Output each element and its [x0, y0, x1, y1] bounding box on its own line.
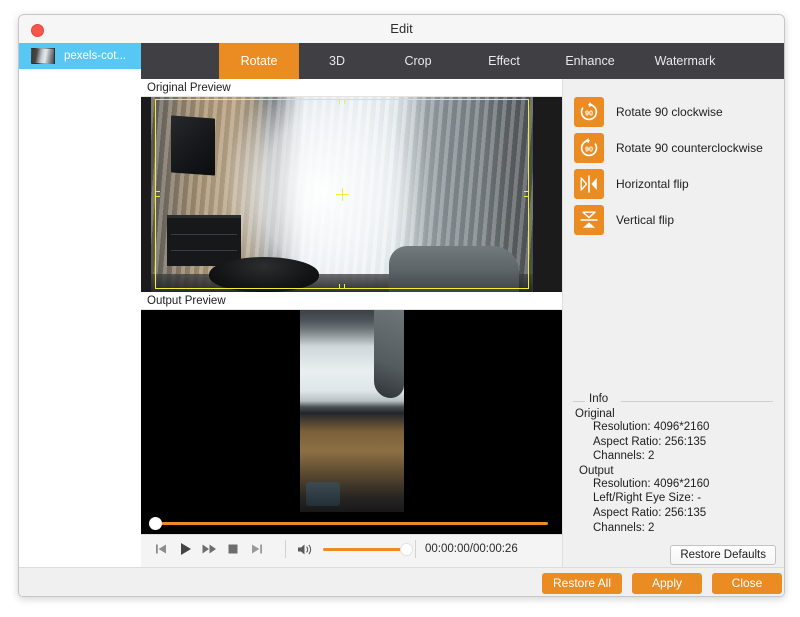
info-legend-row: Info: [573, 393, 773, 407]
rotate-90-counterclockwise-label: Rotate 90 counterclockwise: [616, 141, 763, 155]
scene-sofa: [389, 246, 519, 292]
window-title: Edit: [390, 21, 413, 36]
vertical-flip-label: Vertical flip: [616, 213, 675, 227]
progress-track[interactable]: [159, 522, 548, 525]
scene-media-console: [167, 215, 241, 266]
scene-coffee-table: [209, 257, 319, 292]
close-button[interactable]: Close: [712, 573, 782, 594]
info-original-channels: Channels: 2: [593, 450, 655, 463]
volume-slider-track[interactable]: [323, 542, 413, 556]
horizontal-flip-action[interactable]: Horizontal flip: [574, 169, 689, 199]
restore-all-button[interactable]: Restore All: [542, 573, 622, 594]
playback-progress-bar[interactable]: [141, 512, 562, 534]
info-rule-right: [621, 401, 773, 402]
original-preview-stage[interactable]: [141, 97, 562, 292]
info-output-title: Output: [579, 464, 614, 477]
list-item[interactable]: pexels-cot...: [19, 43, 141, 69]
horizontal-flip-icon[interactable]: [574, 169, 604, 199]
svg-text:90: 90: [585, 108, 593, 117]
previous-frame-button[interactable]: [149, 535, 173, 563]
progress-knob[interactable]: [149, 517, 162, 530]
original-preview-label: Original Preview: [141, 79, 562, 97]
info-output-aspect: Aspect Ratio: 256:135: [593, 506, 707, 519]
output-preview-label: Output Preview: [141, 292, 562, 310]
transport-divider: [285, 540, 286, 558]
info-section: Info Original Resolution: 4096*2160 Aspe…: [573, 393, 773, 535]
info-legend-label: Info: [589, 393, 609, 405]
play-button[interactable]: [173, 535, 197, 563]
file-name-label: pexels-cot...: [64, 50, 126, 62]
rotate-options-panel: 90 Rotate 90 clockwise 90 Rotate 90 coun…: [562, 79, 784, 567]
window-titlebar: Edit: [19, 15, 784, 44]
rotate-counterclockwise-90-icon[interactable]: 90: [574, 133, 604, 163]
tab-rotate[interactable]: Rotate: [219, 43, 299, 79]
info-original-title: Original: [575, 408, 615, 420]
volume-slider-knob[interactable]: [400, 542, 413, 556]
fast-forward-button[interactable]: [197, 535, 221, 563]
dialog-footer: Restore All Apply Close: [19, 567, 784, 596]
stop-button[interactable]: [221, 535, 245, 563]
volume-control[interactable]: [297, 535, 413, 563]
editor-tab-bar: Rotate 3D Crop Effect Enhance Watermark: [141, 43, 784, 79]
rotate-clockwise-90-icon[interactable]: 90: [574, 97, 604, 127]
tab-enhance[interactable]: Enhance: [547, 43, 633, 79]
info-original-resolution: Resolution: 4096*2160: [593, 421, 710, 433]
tab-3d[interactable]: 3D: [299, 43, 375, 79]
output-scene-sofa: [373, 310, 404, 398]
original-video-frame: [151, 97, 533, 292]
info-output-eye-size: Left/Right Eye Size: -: [593, 492, 702, 505]
timecode-divider: [415, 540, 416, 558]
info-original-aspect: Aspect Ratio: 256:135: [593, 435, 707, 448]
rotate-90-clockwise-label: Rotate 90 clockwise: [616, 105, 723, 119]
file-list-sidebar: pexels-cot...: [19, 43, 142, 567]
vertical-flip-action[interactable]: Vertical flip: [574, 205, 674, 235]
tab-watermark[interactable]: Watermark: [633, 43, 737, 79]
restore-defaults-button[interactable]: Restore Defaults: [670, 545, 776, 565]
scene-television: [171, 115, 215, 176]
output-video-frame: [299, 310, 404, 512]
rotate-90-counterclockwise-action[interactable]: 90 Rotate 90 counterclockwise: [574, 133, 763, 163]
vertical-flip-icon[interactable]: [574, 205, 604, 235]
edit-window: Edit pexels-cot... Rotate 3D Crop Effect…: [18, 14, 785, 597]
info-output-resolution: Resolution: 4096*2160: [593, 477, 710, 490]
transport-buttons: [149, 535, 269, 563]
svg-text:90: 90: [585, 144, 593, 153]
tab-crop[interactable]: Crop: [375, 43, 461, 79]
info-output-channels: Channels: 2: [593, 521, 655, 534]
output-scene-chair: [305, 482, 340, 506]
video-thumbnail-icon: [31, 48, 55, 64]
speaker-icon[interactable]: [297, 543, 314, 556]
output-preview-stage[interactable]: [141, 310, 562, 512]
tab-effect[interactable]: Effect: [461, 43, 547, 79]
rotate-90-clockwise-action[interactable]: 90 Rotate 90 clockwise: [574, 97, 723, 127]
horizontal-flip-label: Horizontal flip: [616, 177, 689, 191]
info-rule-left: [573, 401, 585, 402]
preview-column: Original Preview Output Preview 00:00:00…: [141, 79, 562, 567]
apply-button[interactable]: Apply: [632, 573, 702, 594]
transport-bar: 00:00:00/00:00:26: [141, 534, 562, 563]
next-frame-button[interactable]: [245, 535, 269, 563]
timecode-label: 00:00:00/00:00:26: [425, 543, 518, 555]
